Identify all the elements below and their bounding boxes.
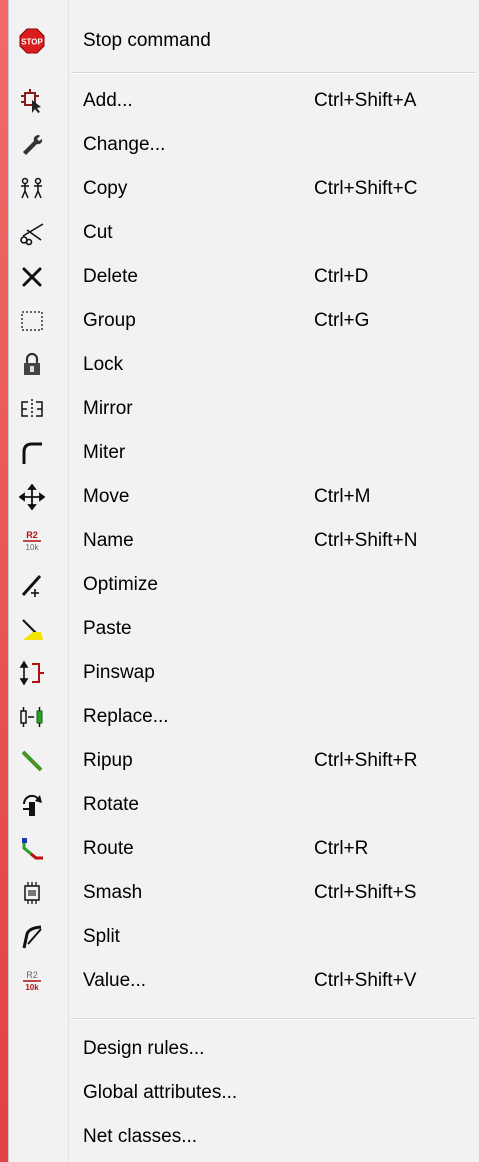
move-label: Move [83, 486, 130, 507]
name-icon-10k: 10k [26, 543, 40, 552]
menu-item-stop-command[interactable]: STOP Stop command [9, 19, 479, 63]
menu-item-route[interactable]: Route Ctrl+R [9, 827, 479, 871]
move-icon [19, 484, 45, 510]
smash-label: Smash [83, 882, 143, 903]
route-shortcut: Ctrl+R [314, 838, 369, 859]
menu-item-split[interactable]: Split [9, 915, 479, 959]
cut-label: Cut [83, 222, 113, 243]
rotate-icon [19, 792, 45, 818]
context-menu: STOP Stop command Add... Ctrl+Shift+A Ch… [8, 0, 479, 1162]
miter-icon [19, 440, 45, 466]
global-attributes-label: Global attributes... [83, 1082, 238, 1103]
ripup-icon [19, 748, 45, 774]
change-label: Change... [83, 134, 166, 155]
value-icon: R2 10k [19, 968, 45, 994]
pinswap-label: Pinswap [83, 662, 155, 683]
miter-label: Miter [83, 442, 126, 463]
menu-item-group[interactable]: Group Ctrl+G [9, 299, 479, 343]
menu-item-mirror[interactable]: Mirror [9, 387, 479, 431]
copy-icon [19, 176, 45, 202]
move-shortcut: Ctrl+M [314, 486, 371, 507]
lock-icon [19, 352, 45, 378]
menu-separator-highlight [71, 73, 475, 74]
menu-item-name[interactable]: R2 10k Name Ctrl+Shift+N [9, 519, 479, 563]
menu-item-copy[interactable]: Copy Ctrl+Shift+C [9, 167, 479, 211]
replace-icon [19, 704, 45, 730]
menu-separator-highlight [71, 1019, 475, 1020]
name-icon: R2 10k [19, 528, 45, 554]
smash-icon [19, 880, 45, 906]
name-label: Name [83, 530, 134, 551]
paste-label: Paste [83, 618, 132, 639]
delete-label: Delete [83, 266, 138, 287]
value-shortcut: Ctrl+Shift+V [314, 970, 417, 991]
paste-icon [19, 616, 45, 642]
menu-item-design-rules[interactable]: Design rules... [9, 1027, 479, 1071]
menu-item-replace[interactable]: Replace... [9, 695, 479, 739]
menu-item-smash[interactable]: Smash Ctrl+Shift+S [9, 871, 479, 915]
value-label: Value... [83, 970, 147, 991]
menu-item-lock[interactable]: Lock [9, 343, 479, 387]
split-icon [19, 924, 45, 950]
stop-icon: STOP [19, 28, 45, 54]
copy-label: Copy [83, 178, 128, 199]
menu-item-miter[interactable]: Miter [9, 431, 479, 475]
replace-label: Replace... [83, 706, 169, 727]
menu-item-move[interactable]: Move Ctrl+M [9, 475, 479, 519]
name-shortcut: Ctrl+Shift+N [314, 530, 418, 551]
smash-shortcut: Ctrl+Shift+S [314, 882, 417, 903]
ripup-label: Ripup [83, 750, 133, 771]
net-classes-label: Net classes... [83, 1126, 198, 1147]
group-label: Group [83, 310, 136, 331]
menu-item-delete[interactable]: Delete Ctrl+D [9, 255, 479, 299]
menu-item-net-classes[interactable]: Net classes... [9, 1115, 479, 1159]
design-rules-label: Design rules... [83, 1038, 205, 1059]
menu-item-value[interactable]: R2 10k Value... Ctrl+Shift+V [9, 959, 479, 1003]
route-label: Route [83, 838, 134, 859]
add-label: Add... [83, 90, 133, 111]
optimize-label: Optimize [83, 574, 158, 595]
scissors-icon [19, 220, 45, 246]
route-icon [19, 836, 45, 862]
delete-icon [19, 264, 45, 290]
menu-item-paste[interactable]: Paste [9, 607, 479, 651]
menu-item-global-attributes[interactable]: Global attributes... [9, 1071, 479, 1115]
delete-shortcut: Ctrl+D [314, 266, 369, 287]
menu-item-change[interactable]: Change... [9, 123, 479, 167]
optimize-icon [19, 572, 45, 598]
rotate-label: Rotate [83, 794, 139, 815]
name-icon-r2: R2 [26, 530, 38, 540]
menu-item-add[interactable]: Add... Ctrl+Shift+A [9, 79, 479, 123]
lock-label: Lock [83, 354, 124, 375]
add-icon [19, 88, 45, 114]
ripup-shortcut: Ctrl+Shift+R [314, 750, 418, 771]
copy-shortcut: Ctrl+Shift+C [314, 178, 418, 199]
group-icon [19, 308, 45, 334]
stop-command-label: Stop command [83, 30, 211, 51]
wrench-icon [19, 132, 45, 158]
add-shortcut: Ctrl+Shift+A [314, 90, 417, 111]
menu-item-pinswap[interactable]: Pinswap [9, 651, 479, 695]
value-icon-r2: R2 [26, 970, 38, 980]
split-label: Split [83, 926, 120, 947]
mirror-label: Mirror [83, 398, 133, 419]
menu-item-rotate[interactable]: Rotate [9, 783, 479, 827]
group-shortcut: Ctrl+G [314, 310, 370, 331]
pinswap-icon [19, 660, 45, 686]
menu-item-ripup[interactable]: Ripup Ctrl+Shift+R [9, 739, 479, 783]
value-icon-10k: 10k [25, 983, 39, 992]
menu-item-optimize[interactable]: Optimize [9, 563, 479, 607]
mirror-icon [19, 396, 45, 422]
menu-item-cut[interactable]: Cut [9, 211, 479, 255]
stop-icon-text: STOP [21, 38, 43, 47]
